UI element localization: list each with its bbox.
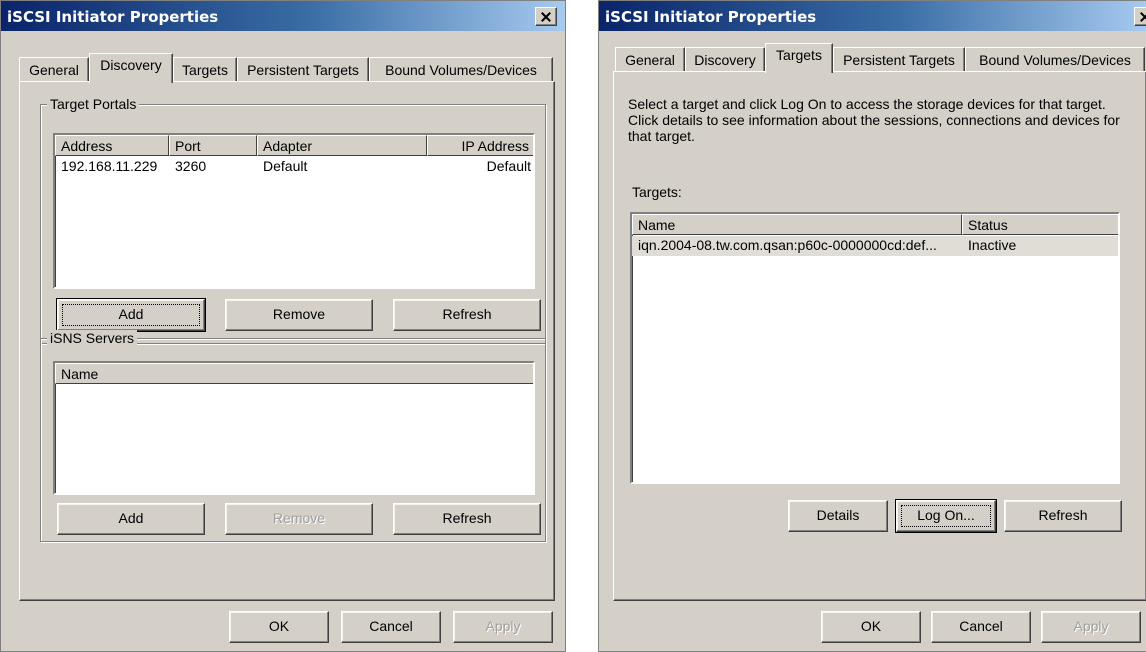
cancel-button[interactable]: Cancel [341,611,441,643]
cell-address: 192.168.11.229 [61,158,158,174]
tab-targets[interactable]: Targets [765,43,833,73]
isns-servers-list[interactable]: Name [53,361,535,495]
list-header: Name Status [632,214,1118,235]
target-portals-list[interactable]: Address Port Adapter IP Address 192.168.… [53,133,535,289]
column-address[interactable]: Address [55,135,169,156]
refresh-isns-button[interactable]: Refresh [393,503,541,535]
column-adapter[interactable]: Adapter [257,135,427,156]
cell-ip-address: Default [486,158,531,174]
column-status[interactable]: Status [962,214,1118,235]
refresh-targets-button[interactable]: Refresh [1004,500,1122,532]
apply-button[interactable]: Apply [1041,611,1141,643]
close-icon[interactable] [535,7,557,26]
title-bar[interactable]: iSCSI Initiator Properties [1,1,565,31]
list-header: Name [55,363,533,384]
targets-description: Select a target and click Log On to acce… [628,96,1120,144]
log-on-button[interactable]: Log On... [895,499,997,533]
tab-bound-volumes-devices[interactable]: Bound Volumes/Devices [965,47,1145,73]
title-bar[interactable]: iSCSI Initiator Properties [599,1,1146,31]
targets-list[interactable]: Name Status iqn.2004-08.tw.com.qsan:p60c… [630,212,1120,484]
table-row[interactable]: iqn.2004-08.tw.com.qsan:p60c-0000000cd:d… [632,236,1118,256]
column-port[interactable]: Port [169,135,257,156]
targets-label: Targets: [632,184,682,200]
window-title: iSCSI Initiator Properties [605,8,817,26]
close-icon[interactable] [1134,7,1146,26]
cell-port: 3260 [175,158,207,174]
column-ip-address[interactable]: IP Address [427,135,533,156]
tab-persistent-targets[interactable]: Persistent Targets [237,57,369,83]
cell-adapter: Default [263,158,308,174]
tab-discovery[interactable]: Discovery [685,47,765,73]
tab-general[interactable]: General [615,47,685,73]
isns-servers-group: iSNS Servers Name Add Remove Refresh [40,330,546,542]
target-portals-group: Target Portals Address Port Adapter IP A… [40,96,546,344]
cell-target-name: iqn.2004-08.tw.com.qsan:p60c-0000000cd:d… [638,237,937,253]
column-name[interactable]: Name [55,363,533,384]
remove-isns-button[interactable]: Remove [225,503,373,535]
cell-status: Inactive [968,237,1017,253]
isns-servers-label: iSNS Servers [47,330,138,346]
column-name[interactable]: Name [632,214,962,235]
cancel-button[interactable]: Cancel [931,611,1031,643]
apply-button[interactable]: Apply [453,611,553,643]
targets-panel: Select a target and click Log On to acce… [613,71,1146,601]
tab-bound-volumes-devices[interactable]: Bound Volumes/Devices [369,57,553,83]
tab-general[interactable]: General [19,57,89,83]
add-isns-button[interactable]: Add [57,503,205,535]
iscsi-properties-dialog-targets: iSCSI Initiator Properties General Disco… [598,0,1146,652]
list-header: Address Port Adapter IP Address [55,135,533,156]
tab-discovery[interactable]: Discovery [89,53,173,83]
ok-button[interactable]: OK [229,611,329,643]
refresh-portals-button[interactable]: Refresh [393,299,541,331]
details-button[interactable]: Details [788,500,888,532]
tab-persistent-targets[interactable]: Persistent Targets [833,47,965,73]
table-row[interactable]: 192.168.11.229 3260 Default Default [55,157,533,177]
window-title: iSCSI Initiator Properties [7,8,219,26]
remove-portal-button[interactable]: Remove [225,299,373,331]
add-portal-button[interactable]: Add [56,298,206,332]
discovery-panel: Target Portals Address Port Adapter IP A… [19,81,555,601]
iscsi-properties-dialog-discovery: iSCSI Initiator Properties General Disco… [0,0,566,652]
tab-targets[interactable]: Targets [173,57,237,83]
ok-button[interactable]: OK [821,611,921,643]
target-portals-label: Target Portals [47,96,140,112]
